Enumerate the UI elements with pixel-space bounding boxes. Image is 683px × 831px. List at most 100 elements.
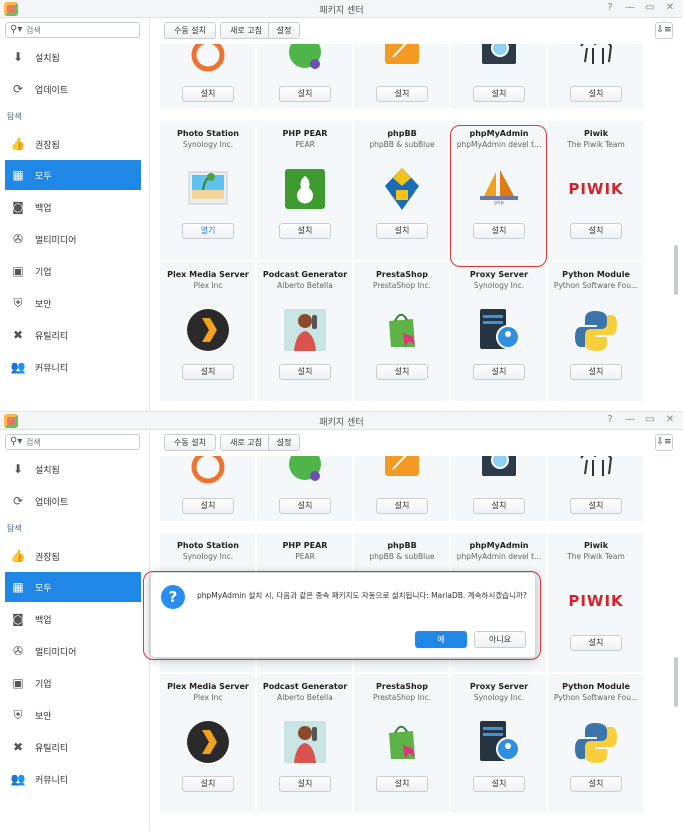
install-button[interactable]: 설치 [376,498,428,514]
sidebar-item-installed[interactable]: ⬇ 설치됨 [5,454,141,484]
sidebar-item-recommended[interactable]: 👍 권장됨 [5,541,141,571]
sidebar-item-recommended[interactable]: 👍 권장됨 [5,129,141,159]
install-button[interactable]: 설치 [376,776,428,792]
package-name: Plex Media Server [167,270,249,279]
install-button[interactable]: 설치 [376,364,428,380]
install-button[interactable]: 설치 [570,364,622,380]
sidebar-item-backup[interactable]: ◙ 백업 [5,604,141,634]
scrollbar-thumb[interactable] [674,657,678,707]
package-card-prestashop[interactable]: PrestaShop PrestaShop Inc. 설치 [354,674,450,814]
install-button[interactable]: 설치 [570,776,622,792]
manual-install-button[interactable]: 수동 설치 [164,434,216,451]
sidebar-item-community[interactable]: 👥 커뮤니티 [5,352,141,382]
package-card[interactable]: 설치 [257,456,353,522]
package-card[interactable]: 설치 [160,44,256,110]
search-box[interactable]: ⚲▾ [5,434,140,450]
sidebar-item-update[interactable]: ⟳ 업데이트 [5,486,141,516]
minimize-icon[interactable]: — [623,2,637,13]
sidebar-item-utilities[interactable]: ✖ 유틸리티 [5,732,141,762]
package-card[interactable]: 설치 [548,456,644,522]
package-card[interactable]: 설치 [548,44,644,110]
package-card[interactable]: 설치 [354,456,450,522]
install-button[interactable]: 설치 [182,86,234,102]
package-card-proxy-server[interactable]: Proxy Server Synology Inc. 설치 [451,674,547,814]
package-card-python-module[interactable]: Python Module Python Software Fou... 설치 [548,674,644,814]
install-button[interactable]: 설치 [570,498,622,514]
close-icon[interactable]: ✕ [663,414,677,425]
minimize-icon[interactable]: — [623,414,637,425]
package-card-phpbb[interactable]: phpBB phpBB & subBlue 설치 [354,121,450,261]
help-icon[interactable]: ? [603,414,617,425]
install-button[interactable]: 설치 [279,364,331,380]
install-button[interactable]: 설치 [473,776,525,792]
sidebar-item-security[interactable]: ⛨ 보안 [5,700,141,730]
orange-ring-icon [191,456,225,484]
settings-button[interactable]: 설정 [268,434,300,451]
sidebar-item-label: 보안 [35,711,52,722]
install-button[interactable]: 설치 [473,498,525,514]
sidebar-item-community[interactable]: 👥 커뮤니티 [5,764,141,794]
package-card-photo-station[interactable]: Photo Station Synology Inc. 열기 [160,121,256,261]
install-button[interactable]: 설치 [376,223,428,239]
title-bar[interactable]: 패키지 센터 ? — ▭ ✕ [0,412,683,430]
sidebar-item-business[interactable]: ▣ 기업 [5,256,141,286]
install-button[interactable]: 설치 [279,776,331,792]
package-card-piwik[interactable]: Piwik The Piwik Team PIWIK 설치 [548,121,644,261]
open-button[interactable]: 열기 [182,223,234,239]
maximize-icon[interactable]: ▭ [643,2,657,13]
install-button[interactable]: 설치 [473,364,525,380]
sidebar-item-label: 백업 [35,203,52,214]
package-card-python-module[interactable]: Python Module Python Software Fou... 설치 [548,262,644,402]
package-name: PrestaShop [376,682,428,691]
manual-install-button[interactable]: 수동 설치 [164,22,216,39]
help-icon[interactable]: ? [603,2,617,13]
package-card[interactable]: 설치 [451,44,547,110]
install-button[interactable]: 설치 [570,223,622,239]
sidebar-item-multimedia[interactable]: ✇ 멀티미디어 [5,224,141,254]
package-card[interactable]: 설치 [257,44,353,110]
package-card-podcast-generator[interactable]: Podcast Generator Alberto Betella 설치 [257,262,353,402]
sidebar-item-utilities[interactable]: ✖ 유틸리티 [5,320,141,350]
sort-icon[interactable]: ⇩≡ [655,22,673,39]
package-card-piwik[interactable]: Piwik The Piwik Team PIWIK 설치 [548,533,644,673]
package-card-podcast-generator[interactable]: Podcast Generator Alberto Betella 설치 [257,674,353,814]
maximize-icon[interactable]: ▭ [643,414,657,425]
sidebar-item-business[interactable]: ▣ 기업 [5,668,141,698]
search-input[interactable] [26,24,136,36]
search-input[interactable] [26,436,136,448]
sidebar-item-all[interactable]: ▦ 모두 [5,160,141,190]
sidebar-item-all[interactable]: ▦ 모두 [5,572,141,602]
settings-button[interactable]: 설정 [268,22,300,39]
close-icon[interactable]: ✕ [663,2,677,13]
sidebar-item-multimedia[interactable]: ✇ 멀티미디어 [5,636,141,666]
install-button[interactable]: 설치 [570,86,622,102]
sort-icon[interactable]: ⇩≡ [655,434,673,451]
package-card-php-pear[interactable]: PHP PEAR PEAR 설치 [257,121,353,261]
package-card-prestashop[interactable]: PrestaShop PrestaShop Inc. 설치 [354,262,450,402]
install-button[interactable]: 설치 [182,498,234,514]
magnifier-icon [482,44,516,64]
package-card[interactable]: 설치 [451,456,547,522]
sidebar-item-security[interactable]: ⛨ 보안 [5,288,141,318]
sidebar-item-update[interactable]: ⟳ 업데이트 [5,74,141,104]
install-button[interactable]: 설치 [279,86,331,102]
sidebar-item-installed[interactable]: ⬇ 설치됨 [5,42,141,72]
install-button[interactable]: 설치 [182,364,234,380]
install-button[interactable]: 설치 [473,86,525,102]
search-box[interactable]: ⚲▾ [5,22,140,38]
install-button[interactable]: 설치 [570,635,622,651]
scrollbar-thumb[interactable] [674,245,678,295]
install-button[interactable]: 설치 [279,498,331,514]
install-button[interactable]: 설치 [279,223,331,239]
sidebar-item-backup[interactable]: ◙ 백업 [5,192,141,222]
package-card-plex[interactable]: Plex Media Server Plex Inc 설치 [160,262,256,402]
refresh-button[interactable]: 새로 고침 [220,22,272,39]
package-card[interactable]: 설치 [160,456,256,522]
refresh-button[interactable]: 새로 고침 [220,434,272,451]
title-bar[interactable]: 패키지 센터 ? — ▭ ✕ [0,0,683,18]
package-card-proxy-server[interactable]: Proxy Server Synology Inc. 설치 [451,262,547,402]
package-card[interactable]: 설치 [354,44,450,110]
install-button[interactable]: 설치 [376,86,428,102]
package-card-plex[interactable]: Plex Media Server Plex Inc 설치 [160,674,256,814]
install-button[interactable]: 설치 [182,776,234,792]
